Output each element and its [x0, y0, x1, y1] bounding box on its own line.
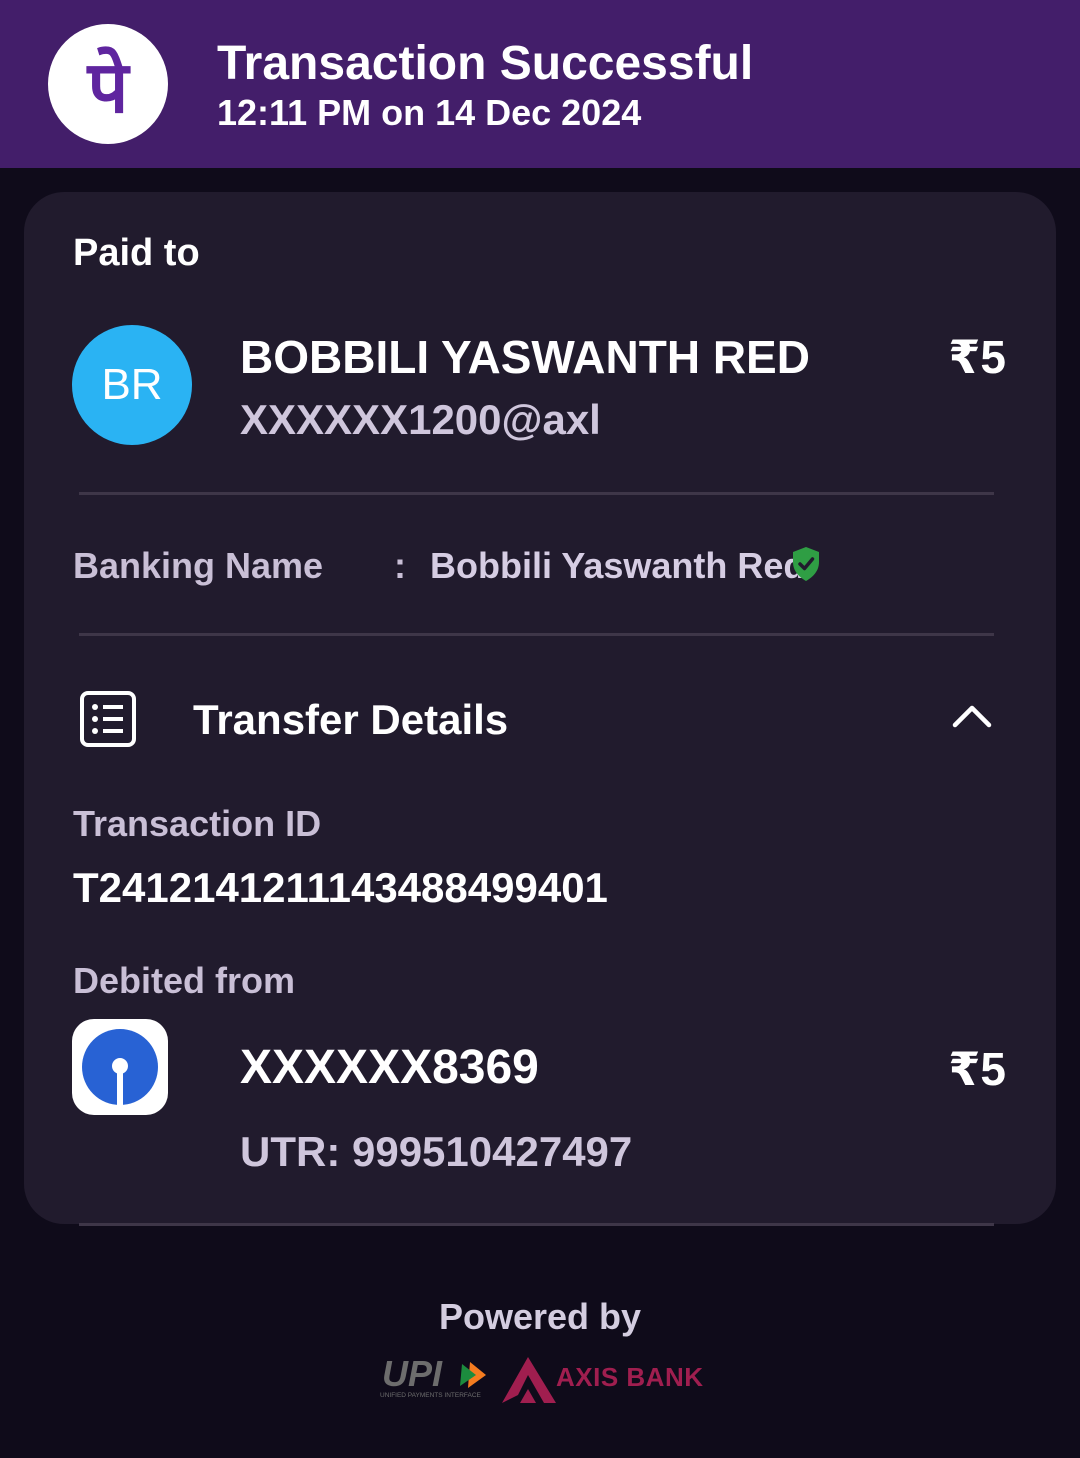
- divider: [79, 492, 994, 495]
- svg-text:UPI: UPI: [382, 1356, 443, 1394]
- receipt-list-icon: [80, 691, 136, 747]
- banking-name-label: Banking Name: [73, 545, 324, 586]
- chevron-up-icon[interactable]: [950, 700, 994, 730]
- svg-text:पे: पे: [86, 45, 132, 129]
- axis-bank-logo-icon: [502, 1357, 556, 1403]
- utr-number[interactable]: UTR: 999510427497: [240, 1128, 632, 1176]
- axis-bank-name: AXIS BANK: [556, 1362, 704, 1392]
- svg-text:UNIFIED PAYMENTS INTERFACE: UNIFIED PAYMENTS INTERFACE: [380, 1392, 482, 1399]
- phonepe-logo: पे: [48, 24, 168, 144]
- divider: [79, 633, 994, 636]
- debited-amount: ₹5: [948, 1043, 1006, 1095]
- paid-amount: ₹5: [948, 331, 1006, 383]
- debited-account-number: XXXXXX8369: [240, 1041, 539, 1094]
- debited-from-label: Debited from: [73, 960, 296, 1001]
- payee-name: BOBBILI YASWANTH RED: [240, 331, 810, 383]
- transfer-details-title[interactable]: Transfer Details: [193, 696, 508, 744]
- banking-name-value: Bobbili Yaswanth Red: [430, 545, 806, 586]
- transaction-id-label: Transaction ID: [73, 803, 322, 844]
- shield-check-icon: [793, 547, 819, 581]
- transaction-id-value[interactable]: T2412141211143488499401: [73, 864, 608, 912]
- transaction-datetime: 12:11 PM on 14 Dec 2024: [217, 92, 642, 133]
- payee-upi-id: XXXXXX1200@axl: [240, 396, 601, 443]
- powered-by-label: Powered by: [438, 1296, 642, 1337]
- paid-to-label: Paid to: [73, 232, 200, 274]
- banking-name-separator: :: [394, 545, 406, 586]
- sbi-logo: [72, 1019, 168, 1115]
- header-bar: पे Transaction Successful 12:11 PM on 14…: [0, 0, 1080, 168]
- upi-logo: UPI UNIFIED PAYMENTS INTERFACE: [380, 1356, 486, 1399]
- avatar[interactable]: BR: [72, 325, 192, 445]
- page-title: Transaction Successful: [217, 37, 754, 90]
- divider: [79, 1223, 994, 1226]
